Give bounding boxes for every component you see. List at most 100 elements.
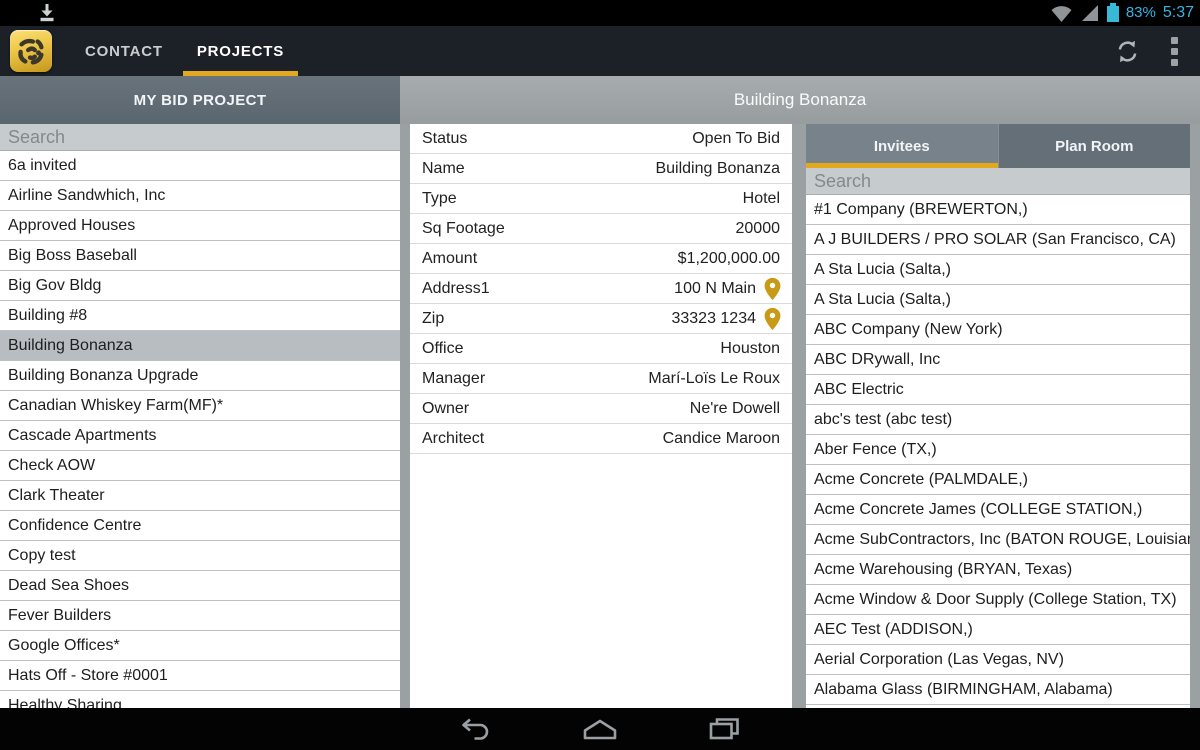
detail-label: Name <box>422 160 465 178</box>
project-list-item[interactable]: Approved Houses <box>0 211 400 241</box>
tab-invitees[interactable]: Invitees <box>806 124 998 168</box>
invitee-list-item[interactable]: A J BUILDERS / PRO SOLAR (San Francisco,… <box>806 225 1190 255</box>
project-search-input[interactable] <box>0 124 400 150</box>
invitee-list-item[interactable]: Acme Window & Door Supply (College Stati… <box>806 585 1190 615</box>
invitee-list-item[interactable]: ABC DRywall, Inc <box>806 345 1190 375</box>
home-icon <box>581 717 619 741</box>
invitee-list-item[interactable]: Alabama Glass (BIRMINGHAM, Alabama) <box>806 675 1190 705</box>
detail-label: Type <box>422 190 457 208</box>
project-list-item[interactable]: Dead Sea Shoes <box>0 571 400 601</box>
project-list-item[interactable]: Copy test <box>0 541 400 571</box>
detail-label: Owner <box>422 400 469 418</box>
detail-row: OwnerNe're Dowell <box>410 394 792 424</box>
detail-value: 33323 1234 <box>444 310 756 328</box>
project-list-item[interactable]: Big Gov Bldg <box>0 271 400 301</box>
battery-percent: 83% <box>1126 0 1156 26</box>
project-list-item[interactable]: Check AOW <box>0 451 400 481</box>
detail-row: ArchitectCandice Maroon <box>410 424 792 454</box>
project-list-item[interactable]: Confidence Centre <box>0 511 400 541</box>
detail-value: Candice Maroon <box>484 430 780 448</box>
invitee-list-item[interactable]: Aber Fence (TX,) <box>806 435 1190 465</box>
detail-value: $1,200,000.00 <box>477 250 780 268</box>
projects-panel: MY BID PROJECT 6a invitedAirline Sandwhi… <box>0 76 400 708</box>
invitee-list: #1 Company (BREWERTON,)A J BUILDERS / PR… <box>806 195 1190 708</box>
invitee-list-item[interactable]: Acme Concrete (PALMDALE,) <box>806 465 1190 495</box>
project-list-item[interactable]: Building #8 <box>0 301 400 331</box>
project-list-item[interactable]: 6a invited <box>0 151 400 181</box>
project-list-item[interactable]: Canadian Whiskey Farm(MF)* <box>0 391 400 421</box>
invitee-search-input[interactable] <box>806 168 1190 194</box>
map-pin-icon[interactable] <box>763 307 782 331</box>
project-list-item[interactable]: Big Boss Baseball <box>0 241 400 271</box>
detail-value: 20000 <box>505 220 780 238</box>
projects-panel-header: MY BID PROJECT <box>0 76 400 124</box>
detail-value: Open To Bid <box>467 130 780 148</box>
tab-contact[interactable]: CONTACT <box>68 26 180 76</box>
action-bar: CONTACT PROJECTS <box>0 26 1200 76</box>
project-list: 6a invitedAirline Sandwhich, IncApproved… <box>0 151 400 708</box>
clock: 5:37 <box>1163 0 1194 26</box>
project-list-item[interactable]: Airline Sandwhich, Inc <box>0 181 400 211</box>
tab-projects[interactable]: PROJECTS <box>180 26 301 76</box>
project-list-item[interactable]: Clark Theater <box>0 481 400 511</box>
project-list-item[interactable]: Cascade Apartments <box>0 421 400 451</box>
tab-plan-room[interactable]: Plan Room <box>998 124 1191 168</box>
invitee-list-item[interactable]: #1 Company (BREWERTON,) <box>806 195 1190 225</box>
detail-row: Sq Footage20000 <box>410 214 792 244</box>
detail-row: OfficeHouston <box>410 334 792 364</box>
invitee-list-item[interactable]: A Sta Lucia (Salta,) <box>806 255 1190 285</box>
detail-list: StatusOpen To BidNameBuilding BonanzaTyp… <box>410 124 792 454</box>
project-list-item[interactable]: Fever Builders <box>0 601 400 631</box>
detail-row: StatusOpen To Bid <box>410 124 792 154</box>
detail-value: Houston <box>464 340 781 358</box>
invitee-list-item[interactable]: A Sta Lucia (Salta,) <box>806 285 1190 315</box>
project-list-item[interactable]: Building Bonanza <box>0 331 400 361</box>
detail-label: Sq Footage <box>422 220 505 238</box>
project-list-item[interactable]: Building Bonanza Upgrade <box>0 361 400 391</box>
detail-label: Manager <box>422 370 485 388</box>
project-title: Building Bonanza <box>400 76 1200 124</box>
invitee-list-item[interactable]: ABC Company (New York) <box>806 315 1190 345</box>
battery-icon <box>1107 6 1119 22</box>
back-button[interactable] <box>457 714 495 744</box>
app-logo-icon[interactable] <box>10 30 52 72</box>
detail-row: Address1100 N Main <box>410 274 792 304</box>
signal-icon <box>1080 4 1100 22</box>
detail-row: Amount$1,200,000.00 <box>410 244 792 274</box>
detail-label: Zip <box>422 310 444 328</box>
invitee-list-item[interactable]: Acme SubContractors, Inc (BATON ROUGE, L… <box>806 525 1190 555</box>
project-list-item[interactable]: Hats Off - Store #0001 <box>0 661 400 691</box>
detail-region: Building Bonanza StatusOpen To BidNameBu… <box>400 76 1200 708</box>
invitees-tabbar: Invitees Plan Room <box>806 124 1190 168</box>
invitee-list-item[interactable]: Acme Warehousing (BRYAN, Texas) <box>806 555 1190 585</box>
detail-value: Marí-Loïs Le Roux <box>485 370 780 388</box>
home-button[interactable] <box>581 714 619 744</box>
detail-row: TypeHotel <box>410 184 792 214</box>
invitee-list-item[interactable]: ABC Electric <box>806 375 1190 405</box>
detail-label: Architect <box>422 430 484 448</box>
recent-apps-button[interactable] <box>705 714 743 744</box>
invitee-search-bar <box>806 168 1190 195</box>
invitee-list-item[interactable]: Acme Concrete James (COLLEGE STATION,) <box>806 495 1190 525</box>
detail-label: Address1 <box>422 280 490 298</box>
detail-row: ManagerMarí-Loïs Le Roux <box>410 364 792 394</box>
detail-label: Office <box>422 340 464 358</box>
invitee-list-item[interactable]: Aerial Corporation (Las Vegas, NV) <box>806 645 1190 675</box>
map-pin-icon[interactable] <box>763 277 782 301</box>
detail-row: Zip33323 1234 <box>410 304 792 334</box>
project-list-item[interactable]: Google Offices* <box>0 631 400 661</box>
status-bar: 83% 5:37 <box>0 0 1200 26</box>
invitee-list-item[interactable]: AEC Test (ADDISON,) <box>806 615 1190 645</box>
back-icon <box>458 716 494 742</box>
recents-icon <box>707 716 741 742</box>
system-nav-bar <box>0 708 1200 750</box>
app-screen: 83% 5:37 CONTACT PROJECTS <box>0 0 1200 750</box>
detail-label: Amount <box>422 250 477 268</box>
refresh-icon[interactable] <box>1114 38 1141 65</box>
detail-value: 100 N Main <box>490 280 756 298</box>
invitees-panel: Invitees Plan Room #1 Company (BREWERTON… <box>806 124 1190 708</box>
detail-value: Ne're Dowell <box>469 400 780 418</box>
project-list-item[interactable]: Healthy Sharing <box>0 691 400 708</box>
overflow-menu-icon[interactable] <box>1169 33 1180 70</box>
invitee-list-item[interactable]: abc's test (abc test) <box>806 405 1190 435</box>
